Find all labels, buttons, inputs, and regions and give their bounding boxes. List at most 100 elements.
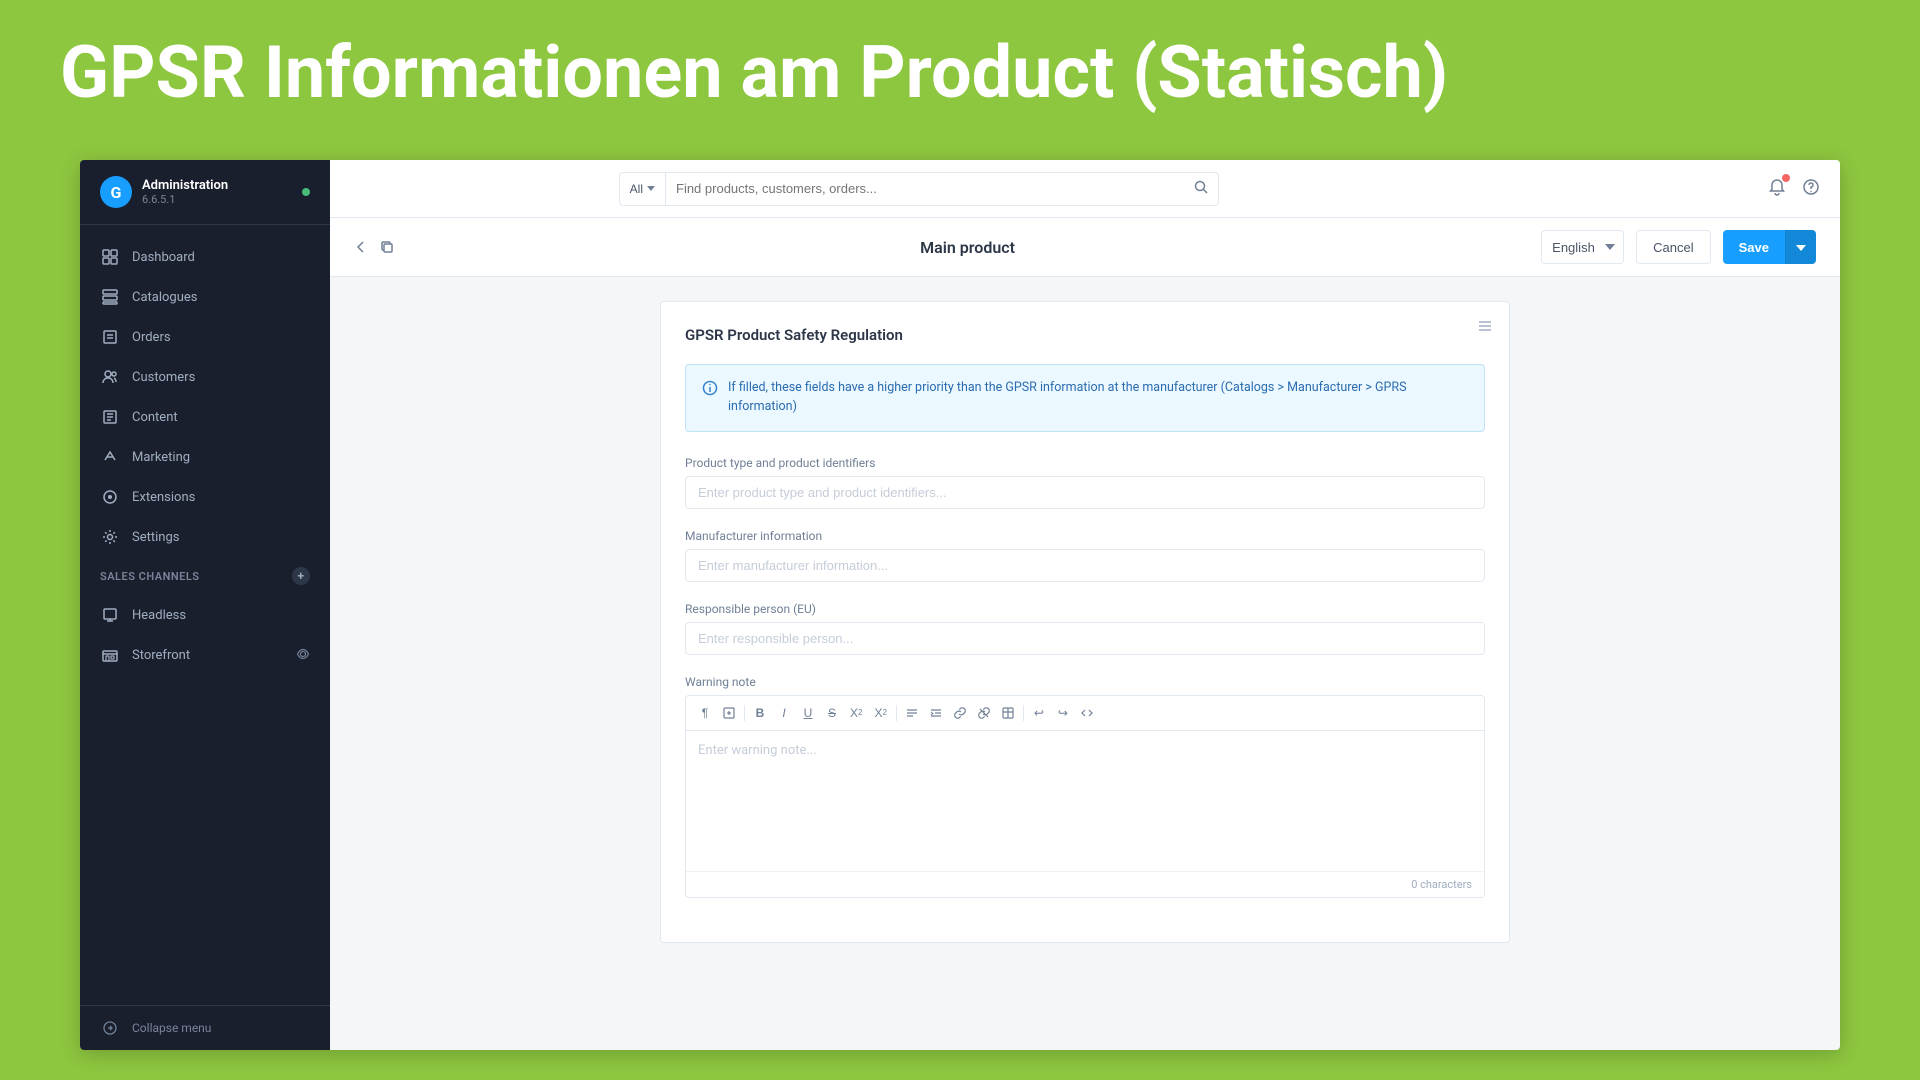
storefront-visibility-icon[interactable] bbox=[296, 647, 310, 664]
save-button[interactable]: Save bbox=[1723, 230, 1785, 264]
info-text: If filled, these fields have a higher pr… bbox=[728, 379, 1468, 417]
sidebar-item-customers[interactable]: Customers bbox=[80, 357, 330, 397]
rte-code-button[interactable] bbox=[1076, 702, 1098, 724]
topbar: All bbox=[330, 160, 1840, 218]
rte-bold-button[interactable]: B bbox=[749, 702, 771, 724]
status-dot bbox=[302, 188, 310, 196]
collapse-menu-button[interactable]: Collapse menu bbox=[100, 1018, 310, 1038]
rte-italic-button[interactable]: I bbox=[773, 702, 795, 724]
search-input-wrapper bbox=[665, 172, 1219, 206]
headless-icon bbox=[100, 605, 120, 625]
info-box: If filled, these fields have a higher pr… bbox=[685, 364, 1485, 432]
form-card: GPSR Product Safety Regulation If filled… bbox=[660, 301, 1510, 943]
sidebar-header: G Administration 6.6.5.1 bbox=[80, 160, 330, 225]
product-type-input[interactable] bbox=[685, 476, 1485, 509]
rte-wrapper: ¶ B I U S X2 X2 bbox=[685, 695, 1485, 898]
content-area: Main product English Cancel Save GPSR Pr… bbox=[330, 218, 1840, 1050]
sidebar-app-name: Administration bbox=[142, 178, 228, 193]
product-title: Main product bbox=[406, 238, 1529, 257]
sidebar-item-catalogues-label: Catalogues bbox=[132, 290, 198, 305]
duplicate-button[interactable] bbox=[380, 240, 394, 254]
manufacturer-input[interactable] bbox=[685, 549, 1485, 582]
search-button[interactable] bbox=[1194, 180, 1208, 197]
add-sales-channel-button[interactable]: + bbox=[292, 567, 310, 585]
rte-placeholder: Enter warning note... bbox=[698, 743, 817, 758]
collapse-icon bbox=[100, 1018, 120, 1038]
rte-redo-button[interactable]: ↪ bbox=[1052, 702, 1074, 724]
rte-content-area[interactable]: Enter warning note... bbox=[686, 731, 1484, 871]
orders-icon bbox=[100, 327, 120, 347]
rte-underline-button[interactable]: U bbox=[797, 702, 819, 724]
warning-note-group: Warning note ¶ B I U S bbox=[685, 675, 1485, 898]
manufacturer-label: Manufacturer information bbox=[685, 529, 1485, 543]
cancel-button[interactable]: Cancel bbox=[1636, 230, 1710, 264]
sidebar-item-dashboard-label: Dashboard bbox=[132, 250, 195, 265]
rte-separator-1 bbox=[744, 705, 745, 721]
product-type-group: Product type and product identifiers bbox=[685, 456, 1485, 509]
rte-strikethrough-button[interactable]: S bbox=[821, 702, 843, 724]
storefront-icon bbox=[100, 645, 120, 665]
save-dropdown-button[interactable] bbox=[1785, 230, 1816, 264]
card-options-button[interactable] bbox=[1477, 318, 1493, 338]
catalogues-icon bbox=[100, 287, 120, 307]
rte-paragraph-button[interactable]: ¶ bbox=[694, 702, 716, 724]
rte-undo-button[interactable]: ↩ bbox=[1028, 702, 1050, 724]
rte-table-button[interactable] bbox=[997, 702, 1019, 724]
sidebar-item-catalogues[interactable]: Catalogues bbox=[80, 277, 330, 317]
app-container: G Administration 6.6.5.1 Dashboard Catal… bbox=[80, 160, 1840, 1050]
form-wrapper: GPSR Product Safety Regulation If filled… bbox=[330, 277, 1840, 1050]
sidebar-item-marketing[interactable]: Marketing bbox=[80, 437, 330, 477]
sidebar-item-settings[interactable]: Settings bbox=[80, 517, 330, 557]
sidebar-item-extensions[interactable]: Extensions bbox=[80, 477, 330, 517]
sidebar-item-dashboard[interactable]: Dashboard bbox=[80, 237, 330, 277]
marketing-icon bbox=[100, 447, 120, 467]
sidebar-nav: Dashboard Catalogues Orders Customers bbox=[80, 225, 330, 1005]
sidebar-item-extensions-label: Extensions bbox=[132, 490, 195, 505]
collapse-menu-label: Collapse menu bbox=[132, 1021, 211, 1035]
notifications-button[interactable] bbox=[1768, 178, 1786, 200]
sidebar-logo: G bbox=[100, 176, 132, 208]
main-content: All bbox=[330, 160, 1840, 1050]
dashboard-icon bbox=[100, 247, 120, 267]
rte-superscript-button[interactable]: X2 bbox=[845, 702, 867, 724]
sales-channels-label: Sales Channels bbox=[100, 570, 200, 583]
rte-separator-3 bbox=[1023, 705, 1024, 721]
help-button[interactable] bbox=[1802, 178, 1820, 200]
rte-expand-button[interactable] bbox=[718, 702, 740, 724]
settings-icon bbox=[100, 527, 120, 547]
sales-channels-header: Sales Channels + bbox=[80, 557, 330, 595]
sidebar-item-storefront-label: Storefront bbox=[132, 648, 190, 663]
sidebar-item-orders[interactable]: Orders bbox=[80, 317, 330, 357]
sidebar-item-storefront[interactable]: Storefront bbox=[80, 635, 330, 675]
rte-indent-button[interactable] bbox=[925, 702, 947, 724]
char-count: 0 characters bbox=[686, 871, 1484, 897]
product-type-label: Product type and product identifiers bbox=[685, 456, 1485, 470]
search-scope-button[interactable]: All bbox=[619, 172, 665, 206]
rte-link-button[interactable] bbox=[949, 702, 971, 724]
content-icon bbox=[100, 407, 120, 427]
sidebar-footer: Collapse menu bbox=[80, 1005, 330, 1050]
sidebar-item-headless[interactable]: Headless bbox=[80, 595, 330, 635]
sidebar-item-headless-label: Headless bbox=[132, 608, 186, 623]
rte-subscript-button[interactable]: X2 bbox=[869, 702, 891, 724]
sidebar-item-content[interactable]: Content bbox=[80, 397, 330, 437]
responsible-person-input[interactable] bbox=[685, 622, 1485, 655]
sidebar-version: 6.6.5.1 bbox=[142, 193, 228, 206]
sidebar-item-orders-label: Orders bbox=[132, 330, 171, 345]
sidebar-item-marketing-label: Marketing bbox=[132, 450, 190, 465]
search-container: All bbox=[619, 172, 1219, 206]
save-button-group: Save bbox=[1723, 230, 1816, 264]
sidebar-item-settings-label: Settings bbox=[132, 530, 179, 545]
notification-badge bbox=[1782, 174, 1790, 182]
sidebar-item-content-label: Content bbox=[132, 410, 178, 425]
page-title: GPSR Informationen am Product (Statisch) bbox=[60, 30, 1860, 116]
sidebar: G Administration 6.6.5.1 Dashboard Catal… bbox=[80, 160, 330, 1050]
sidebar-app-info: Administration 6.6.5.1 bbox=[142, 178, 228, 206]
back-button[interactable] bbox=[354, 240, 368, 254]
customers-icon bbox=[100, 367, 120, 387]
search-input[interactable] bbox=[676, 181, 1194, 196]
sidebar-item-customers-label: Customers bbox=[132, 370, 195, 385]
language-select[interactable]: English bbox=[1541, 230, 1624, 264]
rte-unlink-button[interactable] bbox=[973, 702, 995, 724]
rte-align-button[interactable] bbox=[901, 702, 923, 724]
